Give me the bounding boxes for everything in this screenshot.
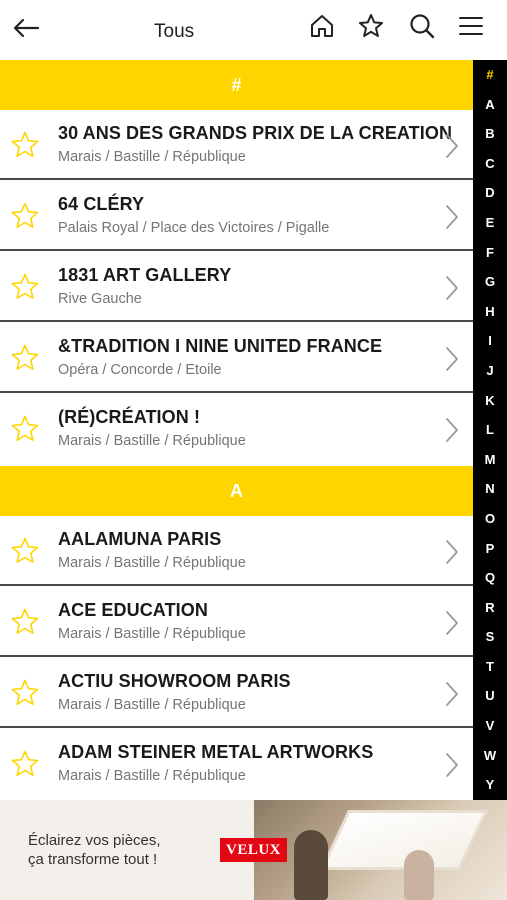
index-letter[interactable]: G bbox=[473, 267, 507, 297]
chevron-right-icon bbox=[446, 682, 458, 706]
list-item[interactable]: (RÉ)CRÉATION ! Marais / Bastille / Répub… bbox=[0, 394, 473, 466]
favorite-star-icon[interactable] bbox=[10, 607, 40, 637]
item-name: 1831 ART GALLERY bbox=[58, 265, 232, 285]
list-item[interactable]: 1831 ART GALLERY Rive Gauche bbox=[0, 252, 473, 322]
chevron-right-icon bbox=[446, 347, 458, 371]
home-icon[interactable] bbox=[308, 12, 336, 40]
index-letter[interactable]: C bbox=[473, 149, 507, 179]
top-bar: Tous bbox=[0, 0, 507, 60]
chevron-right-icon bbox=[446, 134, 458, 158]
alphabet-index[interactable]: # A B C D E F G H I J K L M N O P Q R S … bbox=[473, 60, 507, 800]
index-letter[interactable]: I bbox=[473, 326, 507, 356]
ad-photo bbox=[254, 800, 507, 900]
item-name: 30 ANS DES GRANDS PRIX DE LA CREATION bbox=[58, 123, 453, 143]
index-letter[interactable]: V bbox=[473, 711, 507, 741]
item-area: Marais / Bastille / République bbox=[58, 626, 246, 642]
index-letter[interactable]: D bbox=[473, 178, 507, 208]
favorite-star-icon[interactable] bbox=[10, 414, 40, 444]
list-item[interactable]: 30 ANS DES GRANDS PRIX DE LA CREATION Ma… bbox=[0, 110, 473, 180]
index-letter[interactable]: T bbox=[473, 652, 507, 682]
list-item[interactable]: ACTIU SHOWROOM PARIS Marais / Bastille /… bbox=[0, 658, 473, 728]
index-letter[interactable]: B bbox=[473, 119, 507, 149]
chevron-right-icon bbox=[446, 276, 458, 300]
index-letter[interactable]: L bbox=[473, 415, 507, 445]
item-name: ADAM STEINER METAL ARTWORKS bbox=[58, 742, 374, 762]
index-letter[interactable]: W bbox=[473, 741, 507, 771]
item-area: Marais / Bastille / République bbox=[58, 697, 246, 713]
section-header-hash: # bbox=[0, 60, 473, 110]
item-name: ACTIU SHOWROOM PARIS bbox=[58, 671, 291, 691]
index-letter[interactable]: A bbox=[473, 90, 507, 120]
favorite-star-icon[interactable] bbox=[10, 536, 40, 566]
item-area: Rive Gauche bbox=[58, 291, 142, 307]
list-item[interactable]: ACE EDUCATION Marais / Bastille / Républ… bbox=[0, 587, 473, 657]
section-header-a: A bbox=[0, 466, 473, 516]
item-area: Marais / Bastille / République bbox=[58, 555, 246, 571]
index-letter[interactable]: Y bbox=[473, 770, 507, 800]
ad-tagline-line: Éclairez vos pièces, bbox=[28, 832, 161, 849]
list-item[interactable]: &TRADITION I NINE UNITED FRANCE Opéra / … bbox=[0, 323, 473, 393]
item-area: Palais Royal / Place des Victoires / Pig… bbox=[58, 220, 330, 236]
item-name: (RÉ)CRÉATION ! bbox=[58, 407, 201, 427]
item-area: Opéra / Concorde / Etoile bbox=[58, 362, 222, 378]
index-letter[interactable]: S bbox=[473, 622, 507, 652]
item-name: &TRADITION I NINE UNITED FRANCE bbox=[58, 336, 383, 356]
index-letter[interactable]: U bbox=[473, 681, 507, 711]
favorite-star-icon[interactable] bbox=[10, 749, 40, 779]
list-item[interactable]: ADAM STEINER METAL ARTWORKS Marais / Bas… bbox=[0, 729, 473, 799]
index-letter[interactable]: F bbox=[473, 238, 507, 268]
index-letter[interactable]: K bbox=[473, 386, 507, 416]
ad-tagline-line: ça transforme tout ! bbox=[28, 851, 158, 868]
favorite-star-icon[interactable] bbox=[10, 678, 40, 708]
item-area: Marais / Bastille / République bbox=[58, 149, 246, 165]
index-letter[interactable]: M bbox=[473, 445, 507, 475]
list-item[interactable]: AALAMUNA PARIS Marais / Bastille / Répub… bbox=[0, 516, 473, 586]
list-item[interactable]: 64 CLÉRY Palais Royal / Place des Victoi… bbox=[0, 181, 473, 251]
index-letter[interactable]: # bbox=[473, 60, 507, 90]
ad-banner[interactable]: Éclairez vos pièces, ça transforme tout … bbox=[0, 800, 507, 900]
favorite-star-icon[interactable] bbox=[10, 130, 40, 160]
index-letter[interactable]: Q bbox=[473, 563, 507, 593]
search-icon[interactable] bbox=[408, 12, 436, 40]
chevron-right-icon bbox=[446, 205, 458, 229]
menu-icon[interactable] bbox=[457, 12, 485, 40]
chevron-right-icon bbox=[446, 753, 458, 777]
item-area: Marais / Bastille / République bbox=[58, 768, 246, 784]
item-name: AALAMUNA PARIS bbox=[58, 529, 222, 549]
index-letter[interactable]: J bbox=[473, 356, 507, 386]
favorites-star-icon[interactable] bbox=[357, 12, 385, 40]
item-name: 64 CLÉRY bbox=[58, 194, 145, 214]
favorite-star-icon[interactable] bbox=[10, 272, 40, 302]
ad-tagline: Éclairez vos pièces, ça transforme tout … bbox=[28, 831, 161, 869]
favorite-star-icon[interactable] bbox=[10, 343, 40, 373]
index-letter[interactable]: O bbox=[473, 504, 507, 534]
index-letter[interactable]: P bbox=[473, 534, 507, 564]
page-title: Tous bbox=[154, 21, 195, 42]
ad-person bbox=[404, 850, 434, 900]
item-area: Marais / Bastille / République bbox=[58, 433, 246, 449]
back-arrow-icon[interactable] bbox=[10, 12, 42, 44]
chevron-right-icon bbox=[446, 611, 458, 635]
chevron-right-icon bbox=[446, 540, 458, 564]
item-name: ACE EDUCATION bbox=[58, 600, 208, 620]
index-letter[interactable]: N bbox=[473, 474, 507, 504]
ad-person bbox=[294, 830, 328, 900]
velux-logo: VELUX bbox=[220, 838, 287, 862]
index-letter[interactable]: H bbox=[473, 297, 507, 327]
index-letter[interactable]: E bbox=[473, 208, 507, 238]
index-letter[interactable]: R bbox=[473, 593, 507, 623]
chevron-right-icon bbox=[446, 418, 458, 442]
favorite-star-icon[interactable] bbox=[10, 201, 40, 231]
